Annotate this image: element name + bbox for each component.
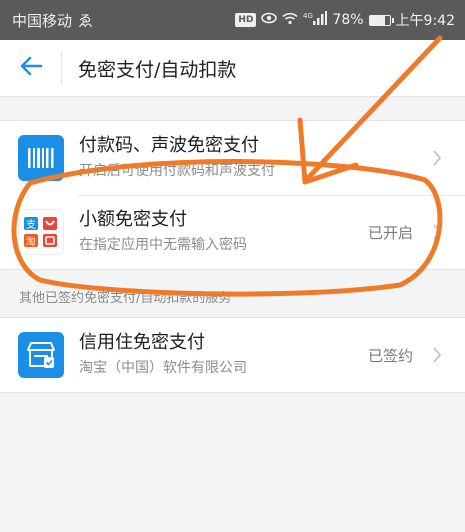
row-title: 付款码、声波免密支付 (79, 135, 259, 156)
row-text: 信用住免密支付 淘宝（中国）软件有限公司 (79, 331, 368, 379)
nav-bar: 免密支付/自动扣款 (0, 40, 465, 97)
svg-text:支: 支 (26, 219, 36, 231)
hd-badge: HD (235, 13, 257, 27)
row-subtitle: 淘宝（中国）软件有限公司 (79, 360, 247, 376)
chevron-right-icon (423, 149, 451, 167)
payment-settings-group: 付款码、声波免密支付 开启后可使用付款码和声波支付 支 淘 小额免密支付 在指定… (0, 120, 465, 270)
list-item-credit-stay[interactable]: 信用住免密支付 淘宝（中国）软件有限公司 已签约 (0, 318, 465, 392)
status-label: 已签约 (367, 346, 413, 365)
credit-stay-icon (18, 332, 64, 378)
row-text: 小额免密支付 在指定应用中无需输入密码 (79, 208, 368, 256)
status-left: 中国移动 ゑ (12, 10, 93, 31)
back-button[interactable] (0, 51, 62, 85)
battery-percent: 78% (332, 12, 364, 28)
eye-icon (261, 12, 278, 28)
page-title: 免密支付/自动扣款 (78, 58, 237, 81)
carrier-name: 中国移动 (12, 11, 73, 30)
row-text: 付款码、声波免密支付 开启后可使用付款码和声波支付 (79, 134, 423, 182)
barcode-icon (18, 135, 64, 181)
section-label: 其他已签约免密支付/自动扣款的服务 (19, 291, 232, 306)
clock: 上午9:42 (395, 13, 455, 29)
status-right: HD 4G 78% 上午9:42 (235, 10, 455, 30)
carrier-extra: ゑ (78, 11, 94, 30)
list-item-barcode-payment[interactable]: 付款码、声波免密支付 开启后可使用付款码和声波支付 (0, 121, 465, 195)
list-item-small-payment[interactable]: 支 淘 小额免密支付 在指定应用中无需输入密码 已开启 (0, 195, 465, 269)
battery-fill (369, 15, 386, 25)
row-subtitle: 开启后可使用付款码和声波支付 (79, 163, 275, 179)
chevron-right-icon (423, 346, 451, 364)
back-arrow-icon (20, 56, 42, 80)
small-payment-apps-icon: 支 淘 (18, 209, 64, 255)
chevron-right-icon (423, 223, 451, 241)
signed-services-group: 信用住免密支付 淘宝（中国）软件有限公司 已签约 (0, 317, 465, 393)
signal-icon: 4G (303, 11, 328, 29)
wifi-icon (282, 12, 298, 29)
status-label: 已开启 (367, 223, 413, 242)
row-title: 信用住免密支付 (79, 332, 205, 353)
signal-label: 4G (303, 12, 313, 20)
battery-icon (368, 14, 394, 26)
row-title: 小额免密支付 (79, 209, 187, 230)
row-subtitle: 在指定应用中无需输入密码 (79, 237, 247, 253)
svg-text:淘: 淘 (26, 235, 36, 248)
status-bar: 中国移动 ゑ HD 4G 78% 上午9:42 (0, 0, 465, 40)
